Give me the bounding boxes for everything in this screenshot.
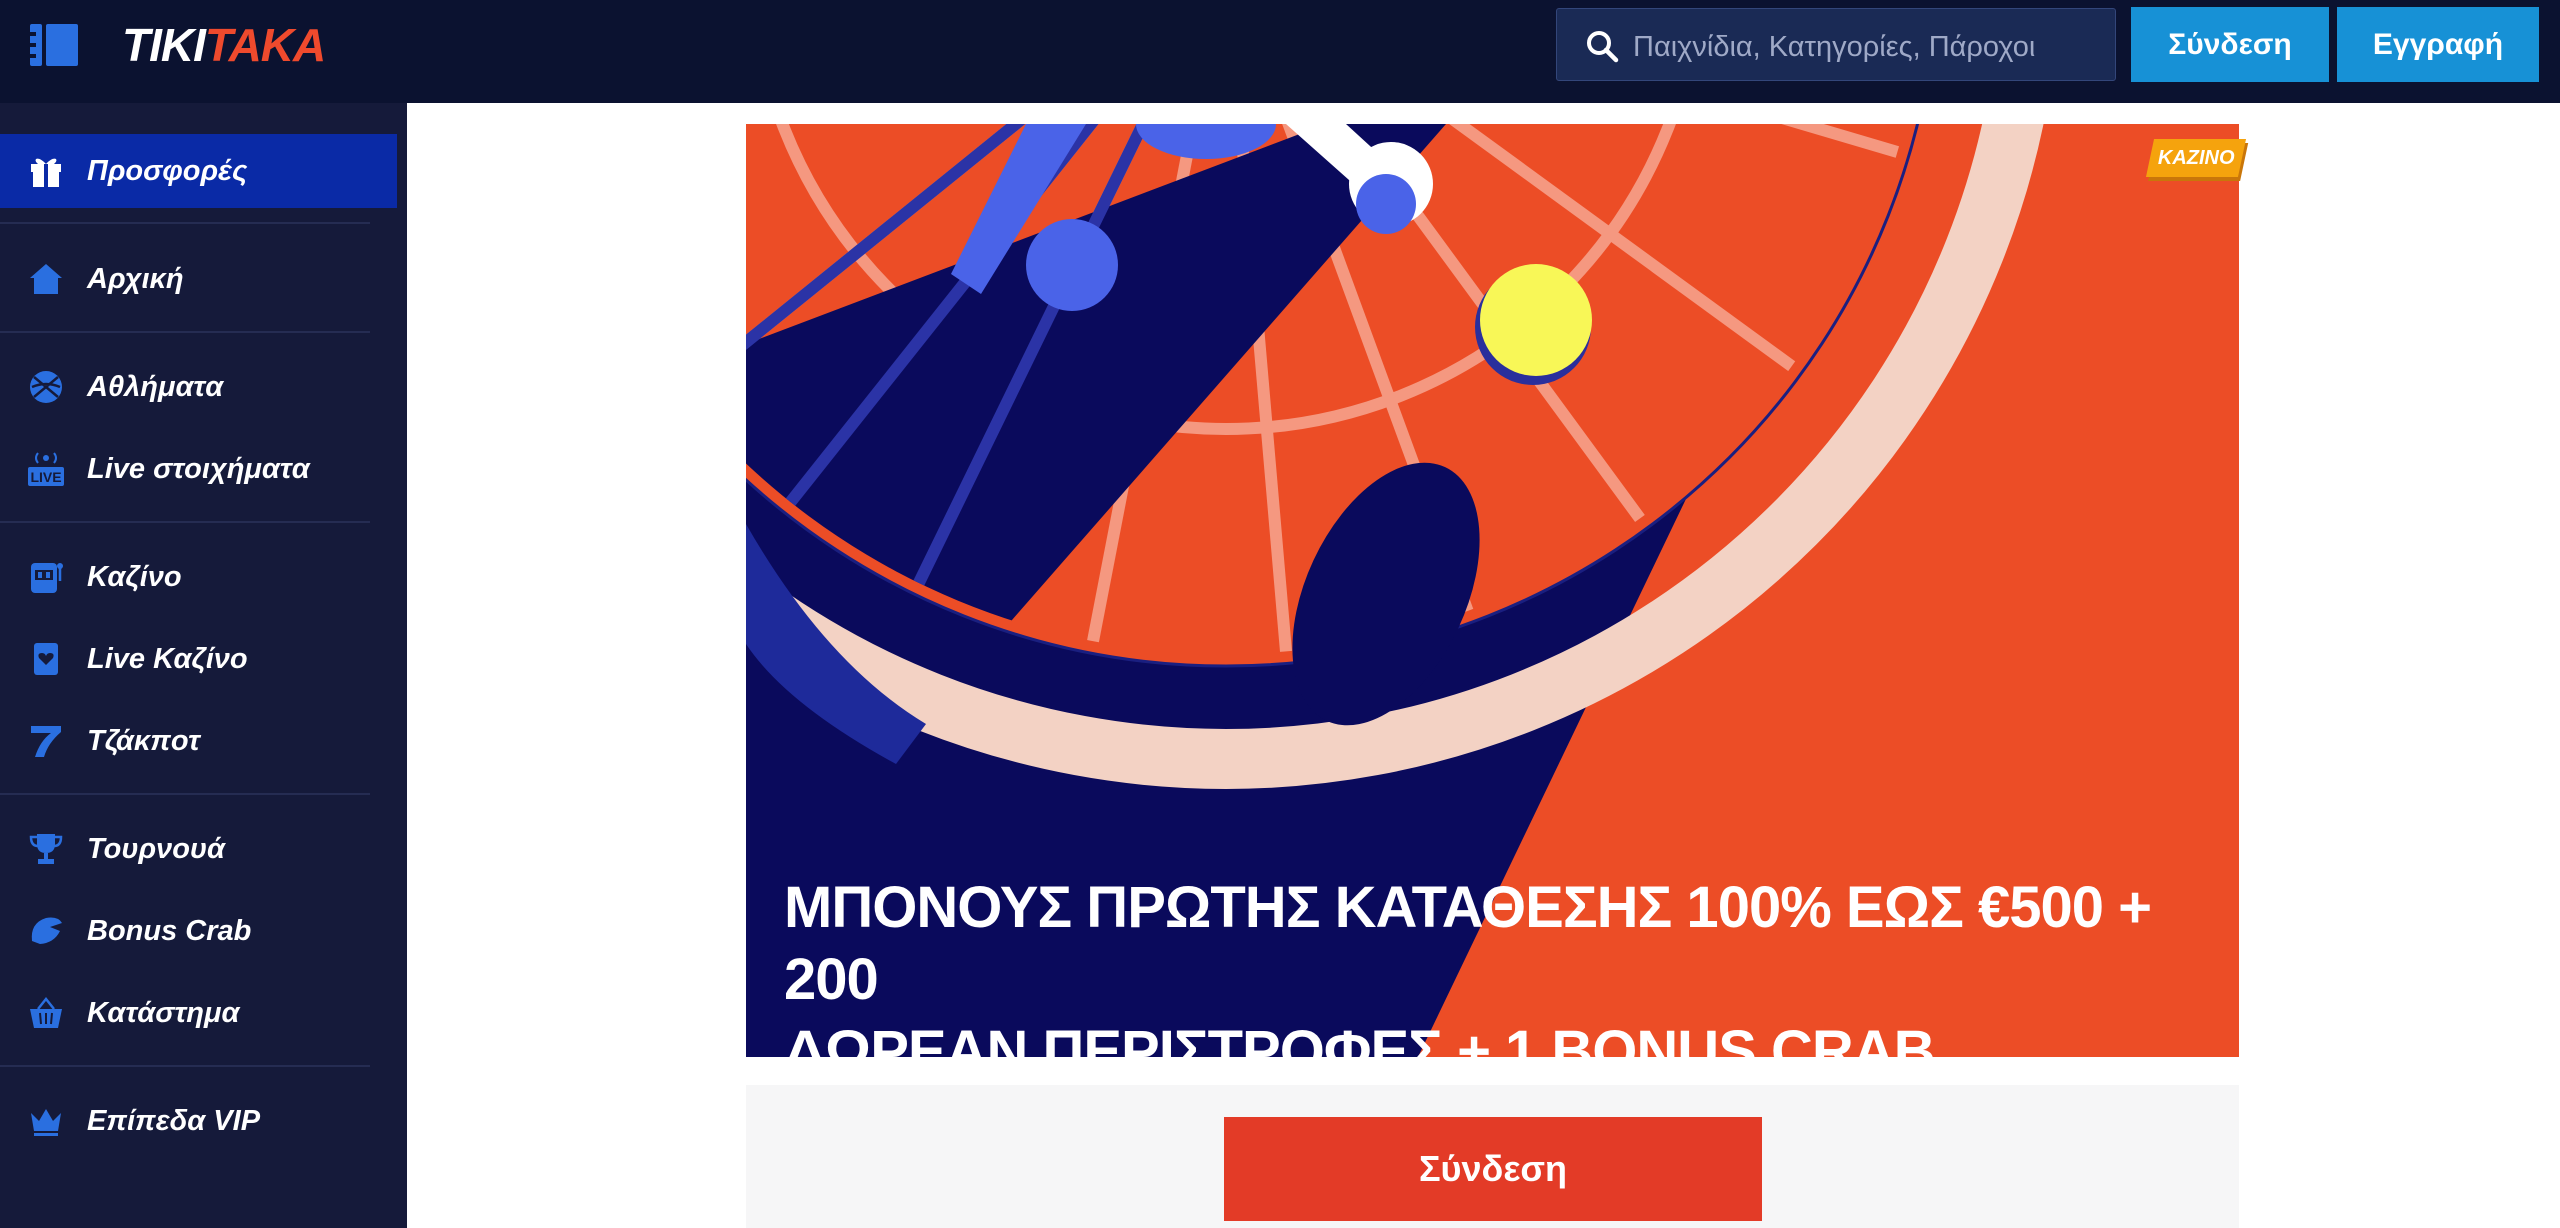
sidebar-item-bonus-crab[interactable]: Bonus Crab [0, 894, 397, 968]
sidebar: Προσφορές Αρχική Αθλήματα LIVE Live στοι… [0, 103, 407, 1228]
promo-title: ΜΠΟΝΟΥΣ ΠΡΩΤΗΣ ΚΑΤΑΘΕΣΗΣ 100% ΕΩΣ €500 +… [784, 872, 2204, 1088]
menu-toggle-icon[interactable] [30, 24, 78, 66]
sidebar-item-label: Αρχική [87, 262, 184, 295]
logo-text-part1: TIKI [122, 19, 206, 71]
sidebar-item-vip-levels[interactable]: Επίπεδα VIP [0, 1084, 397, 1158]
svg-text:LIVE: LIVE [30, 469, 61, 485]
casino-category-badge: ΚΑΖΙΝΟ [2145, 139, 2247, 177]
card-icon [26, 639, 66, 679]
promo-title-line2: ΔΩΡΕΑΝ ΠΕΡΙΣΤΡΟΦΕΣ + 1 BONUS CRAB [784, 1019, 1936, 1084]
top-header: TIKITAKA Παιχνίδια, Κατηγορίες, Πάροχοι … [0, 0, 2560, 103]
sidebar-divider [0, 222, 370, 224]
sidebar-item-label: Τουρνουά [87, 832, 226, 865]
sidebar-item-tournaments[interactable]: Τουρνουά [0, 812, 397, 886]
sidebar-item-label: Τζάκποτ [87, 724, 200, 757]
search-icon [1585, 29, 1619, 63]
sidebar-divider [0, 331, 370, 333]
sidebar-divider [0, 1065, 370, 1067]
sidebar-item-label: Καζίνο [87, 560, 182, 593]
search-placeholder: Παιχνίδια, Κατηγορίες, Πάροχοι [1633, 31, 2036, 63]
sidebar-divider [0, 521, 370, 523]
seven-icon [26, 721, 66, 761]
sidebar-item-live-betting[interactable]: LIVE Live στοιχήματα [0, 432, 397, 506]
logo-text-part2: TAKA [204, 19, 326, 71]
sidebar-item-label: Επίπεδα VIP [87, 1104, 261, 1137]
sidebar-item-label: Live Καζίνο [87, 642, 248, 675]
basket-icon [26, 993, 66, 1033]
basketball-icon [26, 367, 66, 407]
trophy-icon [26, 829, 66, 869]
crown-icon [26, 1101, 66, 1141]
login-button[interactable]: Σύνδεση [2131, 7, 2329, 82]
promo-login-button[interactable]: Σύνδεση [1224, 1117, 1762, 1221]
sidebar-item-label: Live στοιχήματα [87, 452, 310, 485]
promo-title-line1: ΜΠΟΝΟΥΣ ΠΡΩΤΗΣ ΚΑΤΑΘΕΣΗΣ 100% ΕΩΣ €500 +… [784, 875, 2152, 1012]
sidebar-item-label: Αθλήματα [87, 370, 224, 403]
badge-label: ΚΑΖΙΝΟ [2157, 146, 2235, 169]
sidebar-item-jackpot[interactable]: Τζάκποτ [0, 704, 397, 778]
register-button[interactable]: Εγγραφή [2337, 7, 2539, 82]
sidebar-item-live-casino[interactable]: Live Καζίνο [0, 622, 397, 696]
sidebar-item-offers[interactable]: Προσφορές [0, 134, 397, 208]
search-input[interactable]: Παιχνίδια, Κατηγορίες, Πάροχοι [1556, 8, 2116, 81]
slot-machine-icon [26, 557, 66, 597]
sidebar-divider [0, 793, 370, 795]
live-icon: LIVE [26, 449, 66, 489]
sidebar-item-label: Κατάστημα [87, 996, 240, 1029]
sidebar-item-label: Bonus Crab [87, 914, 252, 947]
gift-icon [26, 151, 66, 191]
sidebar-item-casino[interactable]: Καζίνο [0, 540, 397, 614]
sidebar-item-label: Προσφορές [87, 154, 248, 187]
sidebar-item-home[interactable]: Αρχική [0, 242, 397, 316]
home-icon [26, 259, 66, 299]
sidebar-item-shop[interactable]: Κατάστημα [0, 976, 397, 1050]
crab-claw-icon [26, 911, 66, 951]
tikitaka-logo[interactable]: TIKITAKA [122, 18, 326, 72]
sidebar-item-sports[interactable]: Αθλήματα [0, 350, 397, 424]
